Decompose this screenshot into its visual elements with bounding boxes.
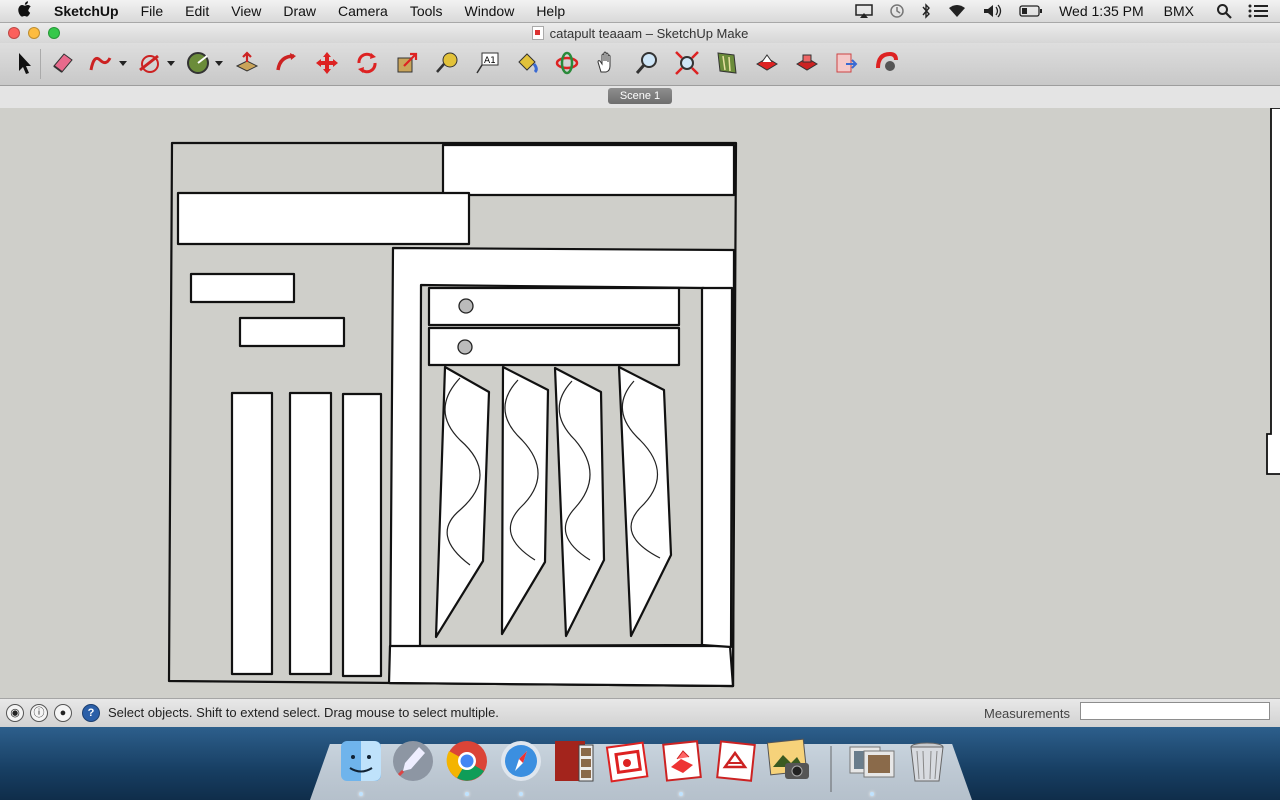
- drawing-viewport[interactable]: [0, 108, 1280, 698]
- menu-view[interactable]: View: [220, 0, 272, 22]
- bluetooth-icon[interactable]: [913, 3, 939, 19]
- measurements-label: Measurements: [984, 706, 1070, 721]
- finder-icon[interactable]: [336, 736, 386, 786]
- running-indicator: [465, 792, 469, 796]
- time-machine-icon[interactable]: [881, 3, 913, 19]
- small-block-1: [189, 272, 296, 304]
- orbit-tool-icon[interactable]: [552, 48, 582, 78]
- menu-draw[interactable]: Draw: [272, 0, 327, 22]
- minimize-window-button[interactable]: [28, 27, 40, 39]
- rotate-tool-icon[interactable]: [352, 48, 382, 78]
- extension-warehouse-tool-icon[interactable]: [792, 48, 822, 78]
- running-indicator: [359, 792, 363, 796]
- menu-file[interactable]: File: [130, 0, 175, 22]
- scene-tab[interactable]: Scene 1: [608, 88, 672, 104]
- warehouse-tool-icon[interactable]: [712, 48, 742, 78]
- window-title-bar: catapult teaaam – SketchUp Make: [0, 23, 1280, 43]
- dock-separator: [830, 746, 832, 792]
- notification-center-icon[interactable]: [1240, 4, 1280, 18]
- zoom-tool-icon[interactable]: [632, 48, 662, 78]
- menu-app-name[interactable]: SketchUp: [50, 0, 130, 22]
- menu-tools[interactable]: Tools: [399, 0, 454, 22]
- eraser-tool-icon[interactable]: [48, 48, 78, 78]
- chrome-icon[interactable]: [442, 736, 492, 786]
- freehand-tool-icon[interactable]: [86, 48, 116, 78]
- window-title: catapult teaaam – SketchUp Make: [549, 25, 749, 41]
- select-tool-icon[interactable]: [9, 48, 39, 78]
- small-block-2: [238, 316, 346, 348]
- status-message: Select objects. Shift to extend select. …: [108, 705, 499, 720]
- launchpad-icon[interactable]: [388, 736, 438, 786]
- running-indicator: [679, 792, 683, 796]
- user-account-icon[interactable]: ●: [54, 704, 72, 722]
- protractor-tool-icon[interactable]: [183, 48, 213, 78]
- apple-menu-icon[interactable]: [18, 0, 38, 22]
- follow-me-tool-icon[interactable]: [272, 48, 302, 78]
- safari-icon[interactable]: [496, 736, 546, 786]
- wifi-icon[interactable]: [939, 4, 975, 18]
- line-tool-icon[interactable]: [134, 48, 164, 78]
- chevron-down-icon[interactable]: [119, 58, 127, 68]
- pivot-hole-1: [458, 298, 474, 314]
- scale-tool-icon[interactable]: [392, 48, 422, 78]
- photo-booth-icon[interactable]: [548, 736, 598, 786]
- menu-edit[interactable]: Edit: [174, 0, 220, 22]
- menu-window[interactable]: Window: [454, 0, 526, 22]
- pivot-hole-2: [457, 339, 473, 355]
- battery-icon[interactable]: [1011, 5, 1051, 17]
- style-builder-icon[interactable]: [710, 736, 760, 786]
- spotlight-icon[interactable]: [1208, 3, 1240, 19]
- bottom-plank: [387, 644, 735, 688]
- trash-icon[interactable]: [902, 736, 952, 786]
- vertical-beam-2: [288, 391, 333, 676]
- menu-bar: SketchUp File Edit View Draw Camera Tool…: [0, 0, 1280, 23]
- extension-manager-tool-icon[interactable]: [872, 48, 902, 78]
- zoom-extents-tool-icon[interactable]: [672, 48, 702, 78]
- airplay-icon[interactable]: [847, 4, 881, 18]
- menu-camera[interactable]: Camera: [327, 0, 399, 22]
- right-post: [700, 286, 734, 649]
- model-drawing[interactable]: [0, 108, 1280, 698]
- chevron-down-icon[interactable]: [167, 58, 175, 68]
- document-icon: [531, 26, 544, 40]
- text-tool-icon[interactable]: A1: [472, 48, 502, 78]
- chevron-down-icon[interactable]: [215, 58, 223, 68]
- zoom-window-button[interactable]: [48, 27, 60, 39]
- measurements-input[interactable]: [1080, 702, 1270, 720]
- menu-help[interactable]: Help: [525, 0, 576, 22]
- layout-icon[interactable]: [602, 736, 652, 786]
- user-name[interactable]: BMX: [1152, 3, 1208, 19]
- sketchup-icon[interactable]: [656, 736, 706, 786]
- paint-bucket-tool-icon[interactable]: [512, 48, 542, 78]
- status-bar: ◉ ⓘ ● ? Select objects. Shift to extend …: [0, 698, 1280, 727]
- running-indicator: [519, 792, 523, 796]
- top-right-plank: [441, 143, 736, 197]
- credits-icon[interactable]: ⓘ: [30, 704, 48, 722]
- share-model-tool-icon[interactable]: [752, 48, 782, 78]
- svg-text:A1: A1: [484, 56, 496, 66]
- push-pull-tool-icon[interactable]: [232, 48, 262, 78]
- volume-icon[interactable]: [975, 4, 1011, 18]
- geo-location-icon[interactable]: ◉: [6, 704, 24, 722]
- running-indicator: [870, 792, 874, 796]
- iphoto-icon[interactable]: [764, 736, 814, 786]
- preview-icon[interactable]: [846, 736, 898, 786]
- help-icon[interactable]: ?: [82, 704, 100, 722]
- vertical-beam-1: [230, 391, 274, 676]
- offscreen-object-edge: [1266, 108, 1280, 475]
- clock-text[interactable]: Wed 1:35 PM: [1051, 3, 1152, 19]
- move-tool-icon[interactable]: [312, 48, 342, 78]
- send-to-layout-tool-icon[interactable]: [832, 48, 862, 78]
- vertical-beam-3: [341, 392, 383, 678]
- pan-tool-icon[interactable]: [592, 48, 622, 78]
- top-left-plank: [176, 191, 471, 246]
- main-toolbar: A1: [0, 43, 1280, 86]
- tape-measure-tool-icon[interactable]: [432, 48, 462, 78]
- close-window-button[interactable]: [8, 27, 20, 39]
